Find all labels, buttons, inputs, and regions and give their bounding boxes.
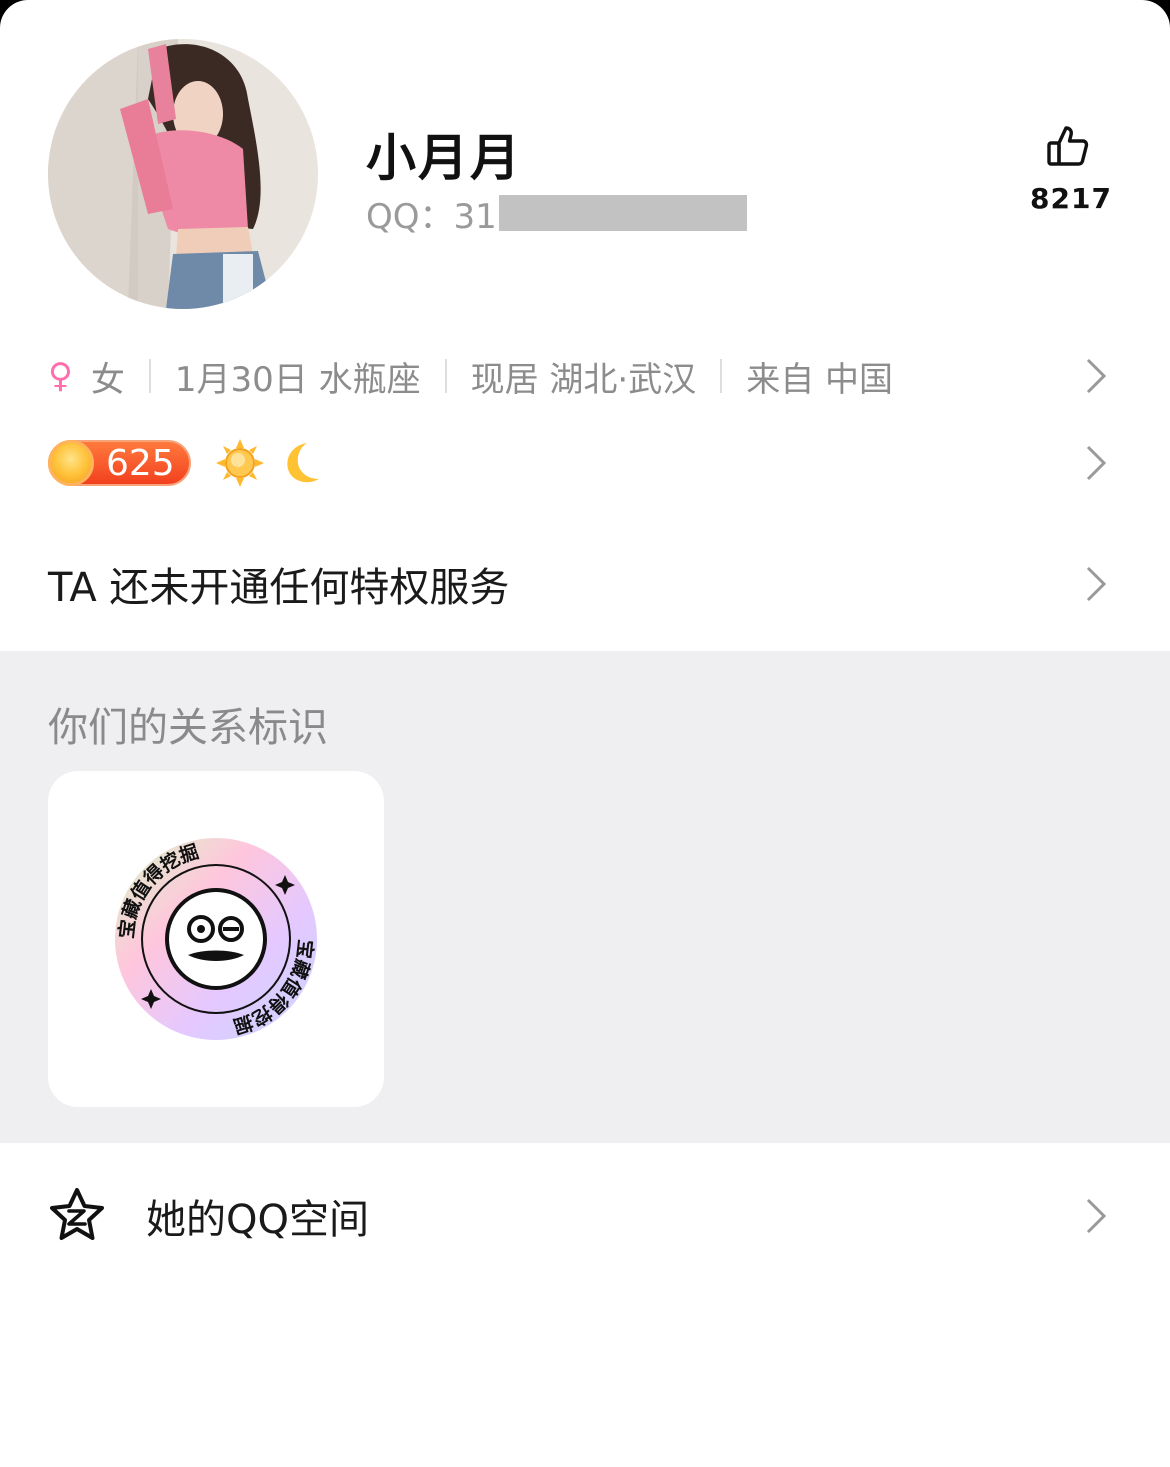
star-icon: [50, 1188, 104, 1240]
chevron-right-icon: [1086, 358, 1107, 394]
birthday-text: 1月30日 水瓶座: [174, 359, 421, 400]
relation-badge-card[interactable]: 宝藏值得挖掘 宝藏值得挖掘: [48, 771, 384, 1107]
qq-number-text: QQ：31: [366, 196, 497, 237]
profile-info-row[interactable]: ♀ 女 1月30日 水瓶座 现居 湖北·武汉 来自 中国: [48, 350, 1118, 402]
chevron-right-icon: [1086, 445, 1107, 481]
privilege-text: TA 还未开通任何特权服务: [48, 565, 510, 611]
avatar[interactable]: [48, 39, 318, 309]
qzone-label: 她的QQ空间: [146, 1197, 369, 1243]
qq-number-mask: [498, 195, 747, 231]
privilege-row[interactable]: TA 还未开通任何特权服务: [48, 556, 1118, 612]
relation-section: 你们的关系标识 宝藏值得挖掘 宝藏值得挖掘: [0, 651, 1170, 1143]
qq-number: QQ：31: [366, 193, 747, 237]
divider: [444, 359, 447, 393]
profile-name: 小月月: [366, 129, 522, 187]
origin-text: 来自 中国: [746, 359, 894, 400]
like-count: 8217: [1030, 182, 1112, 215]
level-value: 625: [106, 442, 175, 484]
gender-segment: ♀ 女: [48, 352, 125, 401]
chevron-right-icon: [1086, 1198, 1107, 1234]
female-icon: ♀: [48, 356, 73, 396]
sun-icon: [215, 439, 264, 487]
qzone-row[interactable]: 她的QQ空间: [48, 1186, 1118, 1246]
level-badge: 625: [48, 440, 191, 486]
like-button[interactable]: 8217: [1030, 124, 1112, 215]
treasure-badge-icon: 宝藏值得挖掘 宝藏值得挖掘: [115, 838, 317, 1040]
profile-card: 小月月 QQ：31 8217 ♀ 女 1月30日 水瓶座 现居 湖北·武汉 来自…: [0, 0, 1170, 1467]
thumbs-up-icon: [1047, 126, 1089, 166]
moon-icon: [287, 443, 319, 483]
level-row[interactable]: 625: [48, 436, 1118, 490]
divider: [720, 359, 723, 393]
gender-text: 女: [90, 359, 125, 400]
divider: [148, 359, 151, 393]
residence-text: 现居 湖北·武汉: [470, 359, 697, 400]
relation-title: 你们的关系标识: [48, 705, 328, 751]
chevron-right-icon: [1086, 566, 1107, 602]
crown-icon: [48, 440, 94, 486]
